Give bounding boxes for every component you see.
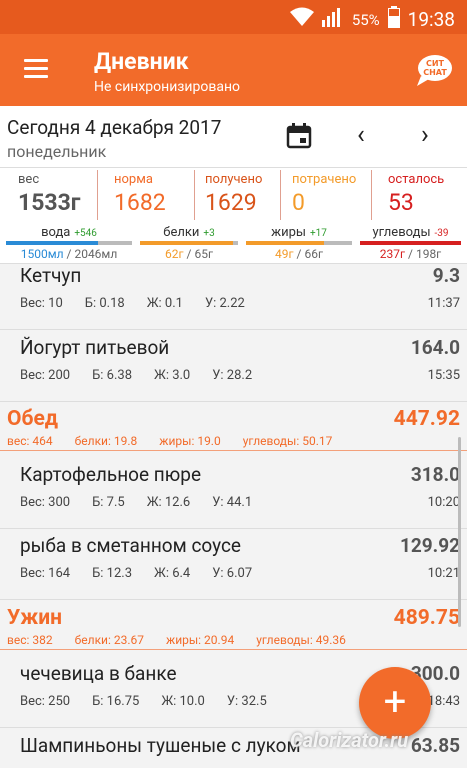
stat-value: 1682 (114, 189, 166, 216)
chat-icon[interactable]: СИТ CHAT (415, 52, 453, 90)
food-name: рыба в сметанном соусе (20, 534, 241, 557)
food-time: 11:37 (427, 296, 460, 311)
stat-weight: вес 1533г (18, 172, 80, 222)
sync-status: Не синхронизировано (94, 79, 241, 95)
date-bar: Сегодня 4 декабря 2017 понедельник ‹ › (0, 106, 467, 168)
daily-stats: вес 1533г норма 1682 получено 1629 потра… (0, 168, 467, 264)
macro-protein: белки +3 62г / 65г (140, 225, 238, 261)
food-item[interactable]: Кетчуп 9.3 Вес: 10 Б: 0.18 Ж: 0.1 У: 2.22 1… (0, 264, 467, 330)
meal-header-lunch[interactable]: Обед 447.92 вес: 464 белки: 19.8 жиры: 19.… (0, 403, 467, 451)
battery-percent: 55% (351, 10, 380, 29)
signal-icon (321, 7, 344, 32)
food-time: 15:35 (427, 368, 460, 383)
svg-text:CHAT: CHAT (423, 68, 447, 77)
stat-norm: норма 1682 (114, 172, 166, 222)
food-kcal: 63.85 (410, 734, 460, 757)
stat-value: 0 (292, 189, 305, 216)
prev-day-button[interactable]: ‹ (357, 120, 365, 150)
food-name: Йогурт питьевой (20, 336, 170, 359)
food-name: Кетчуп (20, 264, 82, 287)
stat-label: вес (18, 172, 40, 187)
food-item[interactable]: Йогурт питьевой 164.0 Вес: 200 Б: 6.38 Ж: … (0, 332, 467, 402)
progress-bar (246, 241, 352, 245)
food-time: 10:21 (427, 566, 460, 581)
food-item[interactable]: Картофельное пюре 318.0 Вес: 300 Б: 7.5 Ж:… (0, 459, 467, 529)
progress-bar (140, 241, 238, 245)
meal-kcal: 447.92 (393, 407, 460, 431)
food-item[interactable]: рыба в сметанном соусе 129.92 Вес: 164 Б:… (0, 530, 467, 600)
page-title: Дневник (94, 48, 189, 75)
progress-bar (360, 241, 461, 245)
food-kcal: 318.0 (410, 463, 460, 486)
wifi-icon (289, 7, 314, 32)
stat-value: 1629 (205, 189, 257, 216)
stat-label: потрачено (292, 172, 357, 187)
stat-value: 1533г (18, 189, 81, 216)
next-day-button[interactable]: › (421, 120, 429, 150)
meal-name: Обед (7, 407, 59, 431)
chat-logo-text: СИТ (426, 59, 445, 68)
status-bar: 55% 19:38 (0, 0, 467, 34)
clock: 19:38 (407, 8, 455, 31)
food-name: Картофельное пюре (20, 463, 202, 486)
stat-label: осталось (388, 172, 445, 187)
macro-carbs: углеводы -39 237г / 198г (360, 225, 461, 261)
stat-value: 53 (388, 189, 414, 216)
food-kcal: 164.0 (410, 336, 460, 359)
stat-spent: потрачено 0 (292, 172, 356, 222)
food-time: 18:43 (427, 694, 460, 709)
macro-fat: жиры +17 49г / 66г (246, 225, 352, 261)
stat-label: получено (205, 172, 263, 187)
weekday: понедельник (7, 142, 107, 161)
meal-kcal: 489.75 (393, 606, 460, 630)
stat-remaining: осталось 53 (388, 172, 444, 222)
food-kcal: 9.3 (432, 264, 460, 287)
stat-received: получено 1629 (205, 172, 262, 222)
stat-label: норма (114, 172, 153, 187)
food-name: Шампиньоны тушеные с луком (20, 734, 301, 757)
battery-icon (387, 6, 400, 33)
calendar-icon[interactable] (286, 123, 312, 149)
app-bar: Дневник Не синхронизировано СИТ CHAT (0, 34, 467, 106)
current-date[interactable]: Сегодня 4 декабря 2017 (7, 116, 221, 139)
menu-icon[interactable] (24, 59, 48, 79)
watermark-text: Calorizator.ru (290, 728, 409, 752)
food-name: чечевица в банке (20, 662, 177, 685)
food-time: 10:20 (427, 495, 460, 510)
food-kcal: 129.92 (399, 534, 460, 557)
meal-name: Ужин (7, 606, 63, 630)
meal-header-dinner[interactable]: Ужин 489.75 вес: 382 белки: 23.67 жиры: 20… (0, 602, 467, 650)
progress-bar (6, 241, 132, 245)
scrollbar[interactable] (458, 437, 461, 627)
macro-water: вода +546 1500мл / 2046мл (6, 225, 132, 261)
